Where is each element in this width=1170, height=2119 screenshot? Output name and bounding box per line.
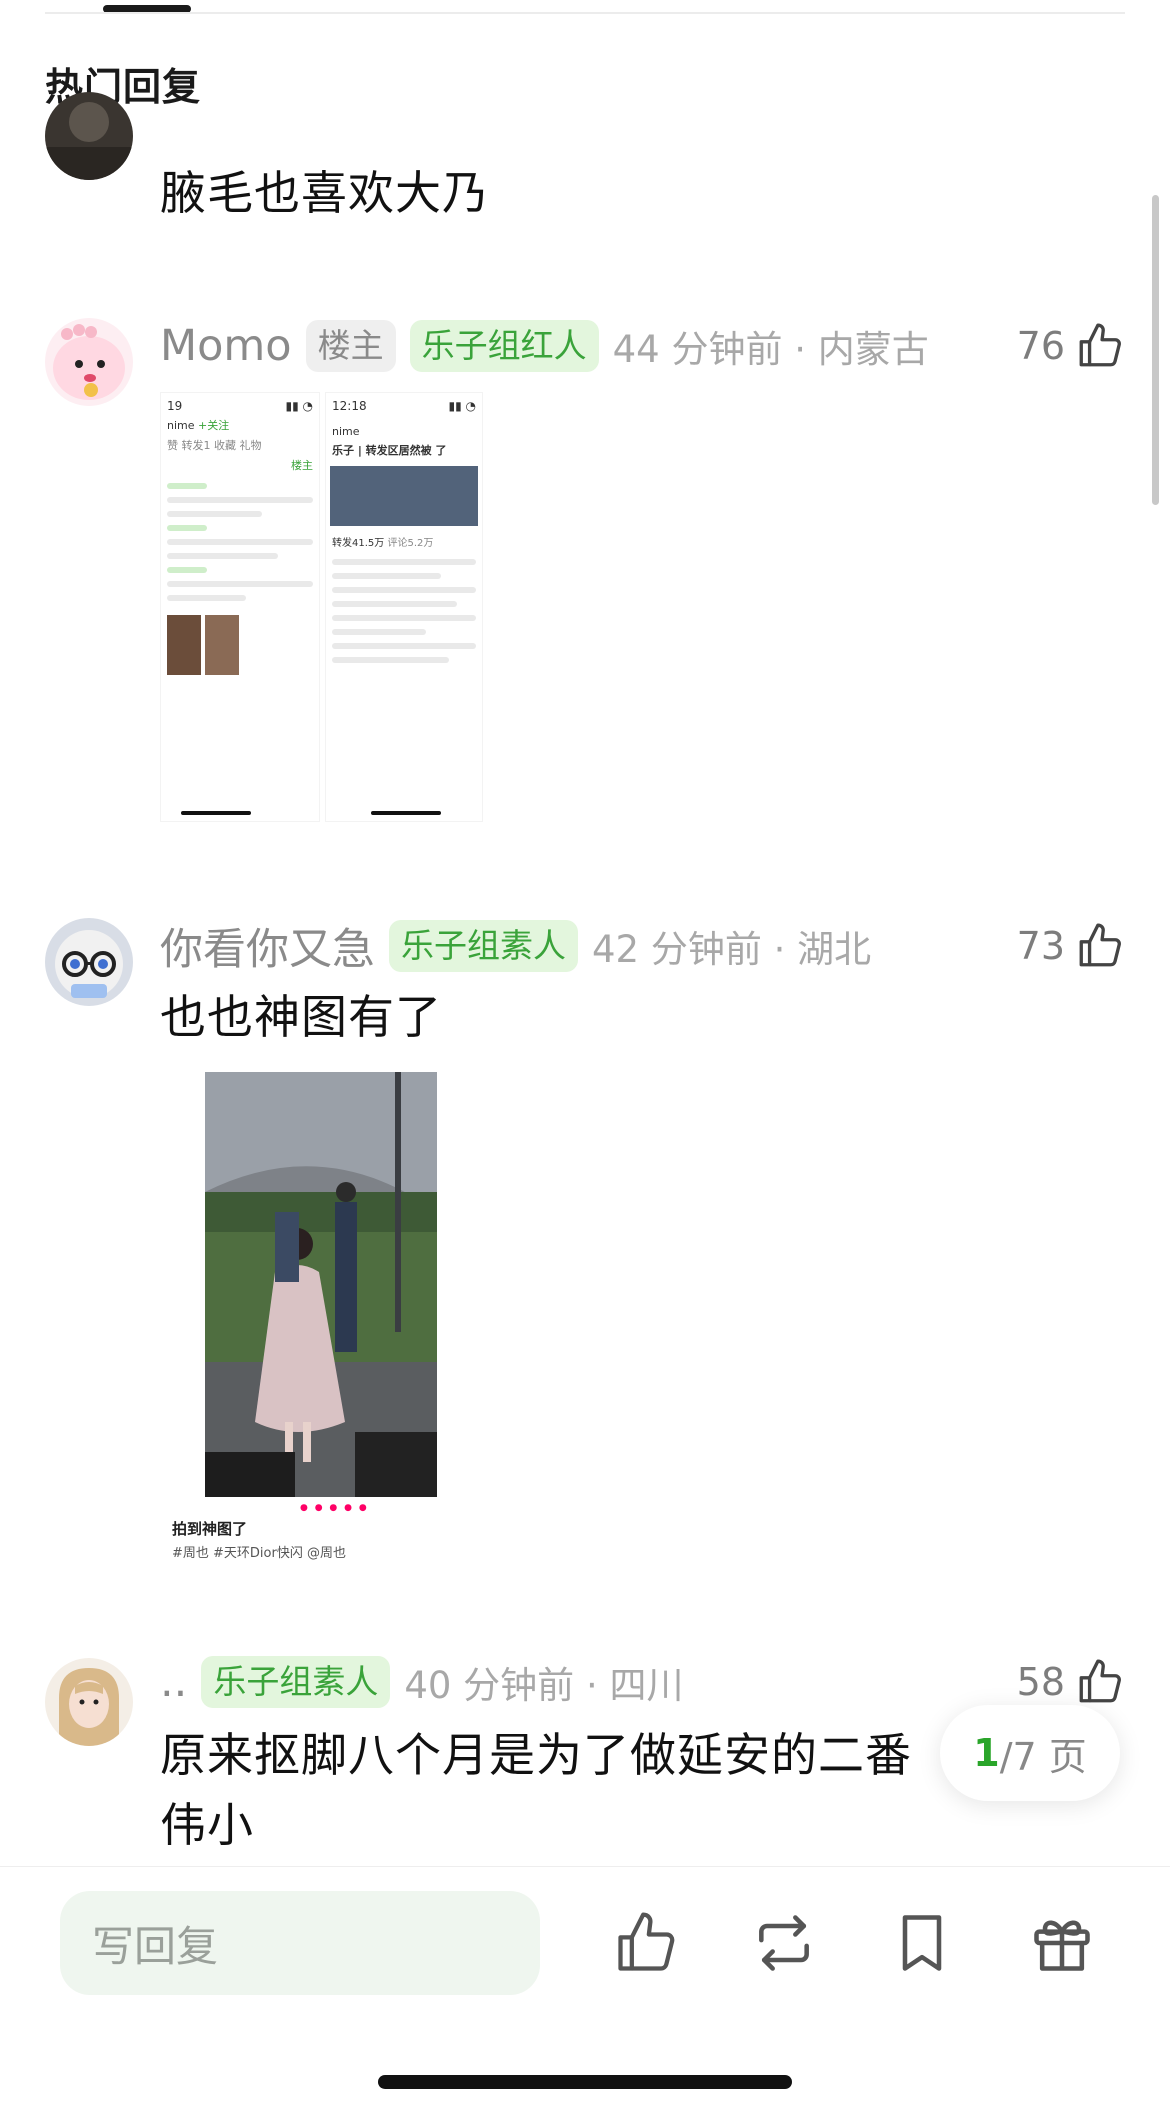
like-count: 76 xyxy=(1016,324,1065,368)
op-badge: 楼主 xyxy=(305,320,396,372)
reply-input[interactable]: 写回复 xyxy=(60,1891,540,1995)
group-badge: 乐子组素人 xyxy=(389,920,578,972)
embedded-card xyxy=(330,466,478,526)
thumbs-up-icon xyxy=(1079,1659,1121,1703)
comment-image-right[interactable]: 12:18 ▮▮ ◔ nime 乐子 | 转发区居然被 了 转发41.5万 评论5… xyxy=(325,392,483,822)
comment-text: 也也神图有了 xyxy=(160,990,442,1044)
status-bar: 19 ▮▮ ◔ xyxy=(167,399,313,413)
thumbs-up-icon xyxy=(1079,923,1121,967)
stats: 转发41.5万 评论5.2万 xyxy=(332,538,434,549)
line xyxy=(167,567,207,573)
comment-text: 伟小 xyxy=(160,1798,254,1852)
time-location: 42 分钟前 · 湖北 xyxy=(592,928,872,971)
gift-icon xyxy=(1034,1920,1090,1971)
group-badge: 乐子组素人 xyxy=(201,1656,391,1708)
nickname: nime xyxy=(332,425,360,438)
like-action[interactable] xyxy=(612,1909,680,1977)
comment-image-left[interactable]: 19 ▮▮ ◔ nime +关注 赞 转发1 收藏 礼物 楼主 xyxy=(160,392,320,822)
divider xyxy=(45,12,1125,14)
line xyxy=(167,483,207,489)
thumbnails xyxy=(161,609,319,681)
tabs: 赞 转发1 收藏 礼物 xyxy=(167,439,262,452)
post-title: 乐子 | 转发区居然被 了 xyxy=(332,444,447,457)
louzhu-tag: 楼主 xyxy=(291,459,313,472)
photo xyxy=(205,1072,437,1497)
line xyxy=(167,553,278,559)
gift-action[interactable] xyxy=(1028,1909,1096,1977)
comment-image[interactable]: ● ● ● ● ● 拍到神图了 #周也 #天环Dior快闪 @周也 xyxy=(160,1060,448,1570)
thumbs-up-icon xyxy=(1079,323,1121,367)
comment-text: 腋毛也喜欢大乃 xyxy=(160,166,489,220)
comment-meta: 你看你又急 乐子组素人 42 分钟前 · 湖北 xyxy=(160,915,872,977)
line xyxy=(332,657,449,663)
line xyxy=(332,629,426,635)
line xyxy=(167,539,313,545)
image-tags: #周也 #天环Dior快闪 @周也 xyxy=(172,1546,346,1561)
line xyxy=(167,511,262,517)
like-button[interactable]: 76 xyxy=(1017,318,1125,374)
bookmark-icon xyxy=(902,1915,942,1971)
line xyxy=(332,559,476,565)
line xyxy=(167,497,313,503)
comment-text: 原来抠脚八个月是为了做延安的二番 xyxy=(160,1728,912,1782)
like-button[interactable]: 58 xyxy=(1017,1654,1125,1710)
username[interactable]: 你看你又急 xyxy=(160,915,375,977)
page-current: 1 xyxy=(973,1731,1000,1775)
image-caption: 拍到神图了 xyxy=(172,1520,248,1538)
comment-meta: .. 乐子组素人 40 分钟前 · 四川 xyxy=(160,1654,683,1710)
line xyxy=(332,587,476,593)
avatar[interactable] xyxy=(45,318,133,406)
username[interactable]: Momo xyxy=(160,321,292,371)
page-total: /7 页 xyxy=(999,1734,1087,1779)
like-button[interactable]: 73 xyxy=(1017,918,1125,974)
thumbs-up-icon xyxy=(618,1912,675,1971)
line xyxy=(167,525,207,531)
username[interactable]: .. xyxy=(160,1657,187,1707)
time-location: 40 分钟前 · 四川 xyxy=(404,1664,684,1707)
repost-icon xyxy=(759,1915,809,1971)
line xyxy=(332,615,476,621)
line xyxy=(332,573,442,579)
comment-meta: Momo 楼主 乐子组红人 44 分钟前 · 内蒙古 xyxy=(160,318,929,374)
avatar[interactable] xyxy=(45,92,133,180)
like-count: 58 xyxy=(1016,1660,1065,1704)
home-indicator xyxy=(371,811,441,815)
line xyxy=(167,595,246,601)
line xyxy=(332,643,476,649)
nickname: nime +关注 xyxy=(167,419,230,432)
home-indicator xyxy=(181,811,251,815)
repost-action[interactable] xyxy=(750,1909,818,1977)
page-indicator[interactable]: 1/7 页 xyxy=(940,1705,1120,1801)
carousel-dots: ● ● ● ● ● xyxy=(300,1503,369,1513)
time-location: 44 分钟前 · 内蒙古 xyxy=(612,328,929,371)
group-badge: 乐子组红人 xyxy=(409,320,599,372)
line xyxy=(167,581,313,587)
line xyxy=(332,601,457,607)
avatar[interactable] xyxy=(45,1658,133,1746)
home-indicator xyxy=(378,2075,792,2089)
status-bar: 12:18 ▮▮ ◔ xyxy=(332,399,476,413)
bottom-action-bar: 写回复 xyxy=(0,1866,1170,2119)
like-count: 73 xyxy=(1016,924,1065,968)
avatar[interactable] xyxy=(45,918,133,1006)
bookmark-action[interactable] xyxy=(888,1909,956,1977)
scrollbar[interactable] xyxy=(1152,195,1159,505)
